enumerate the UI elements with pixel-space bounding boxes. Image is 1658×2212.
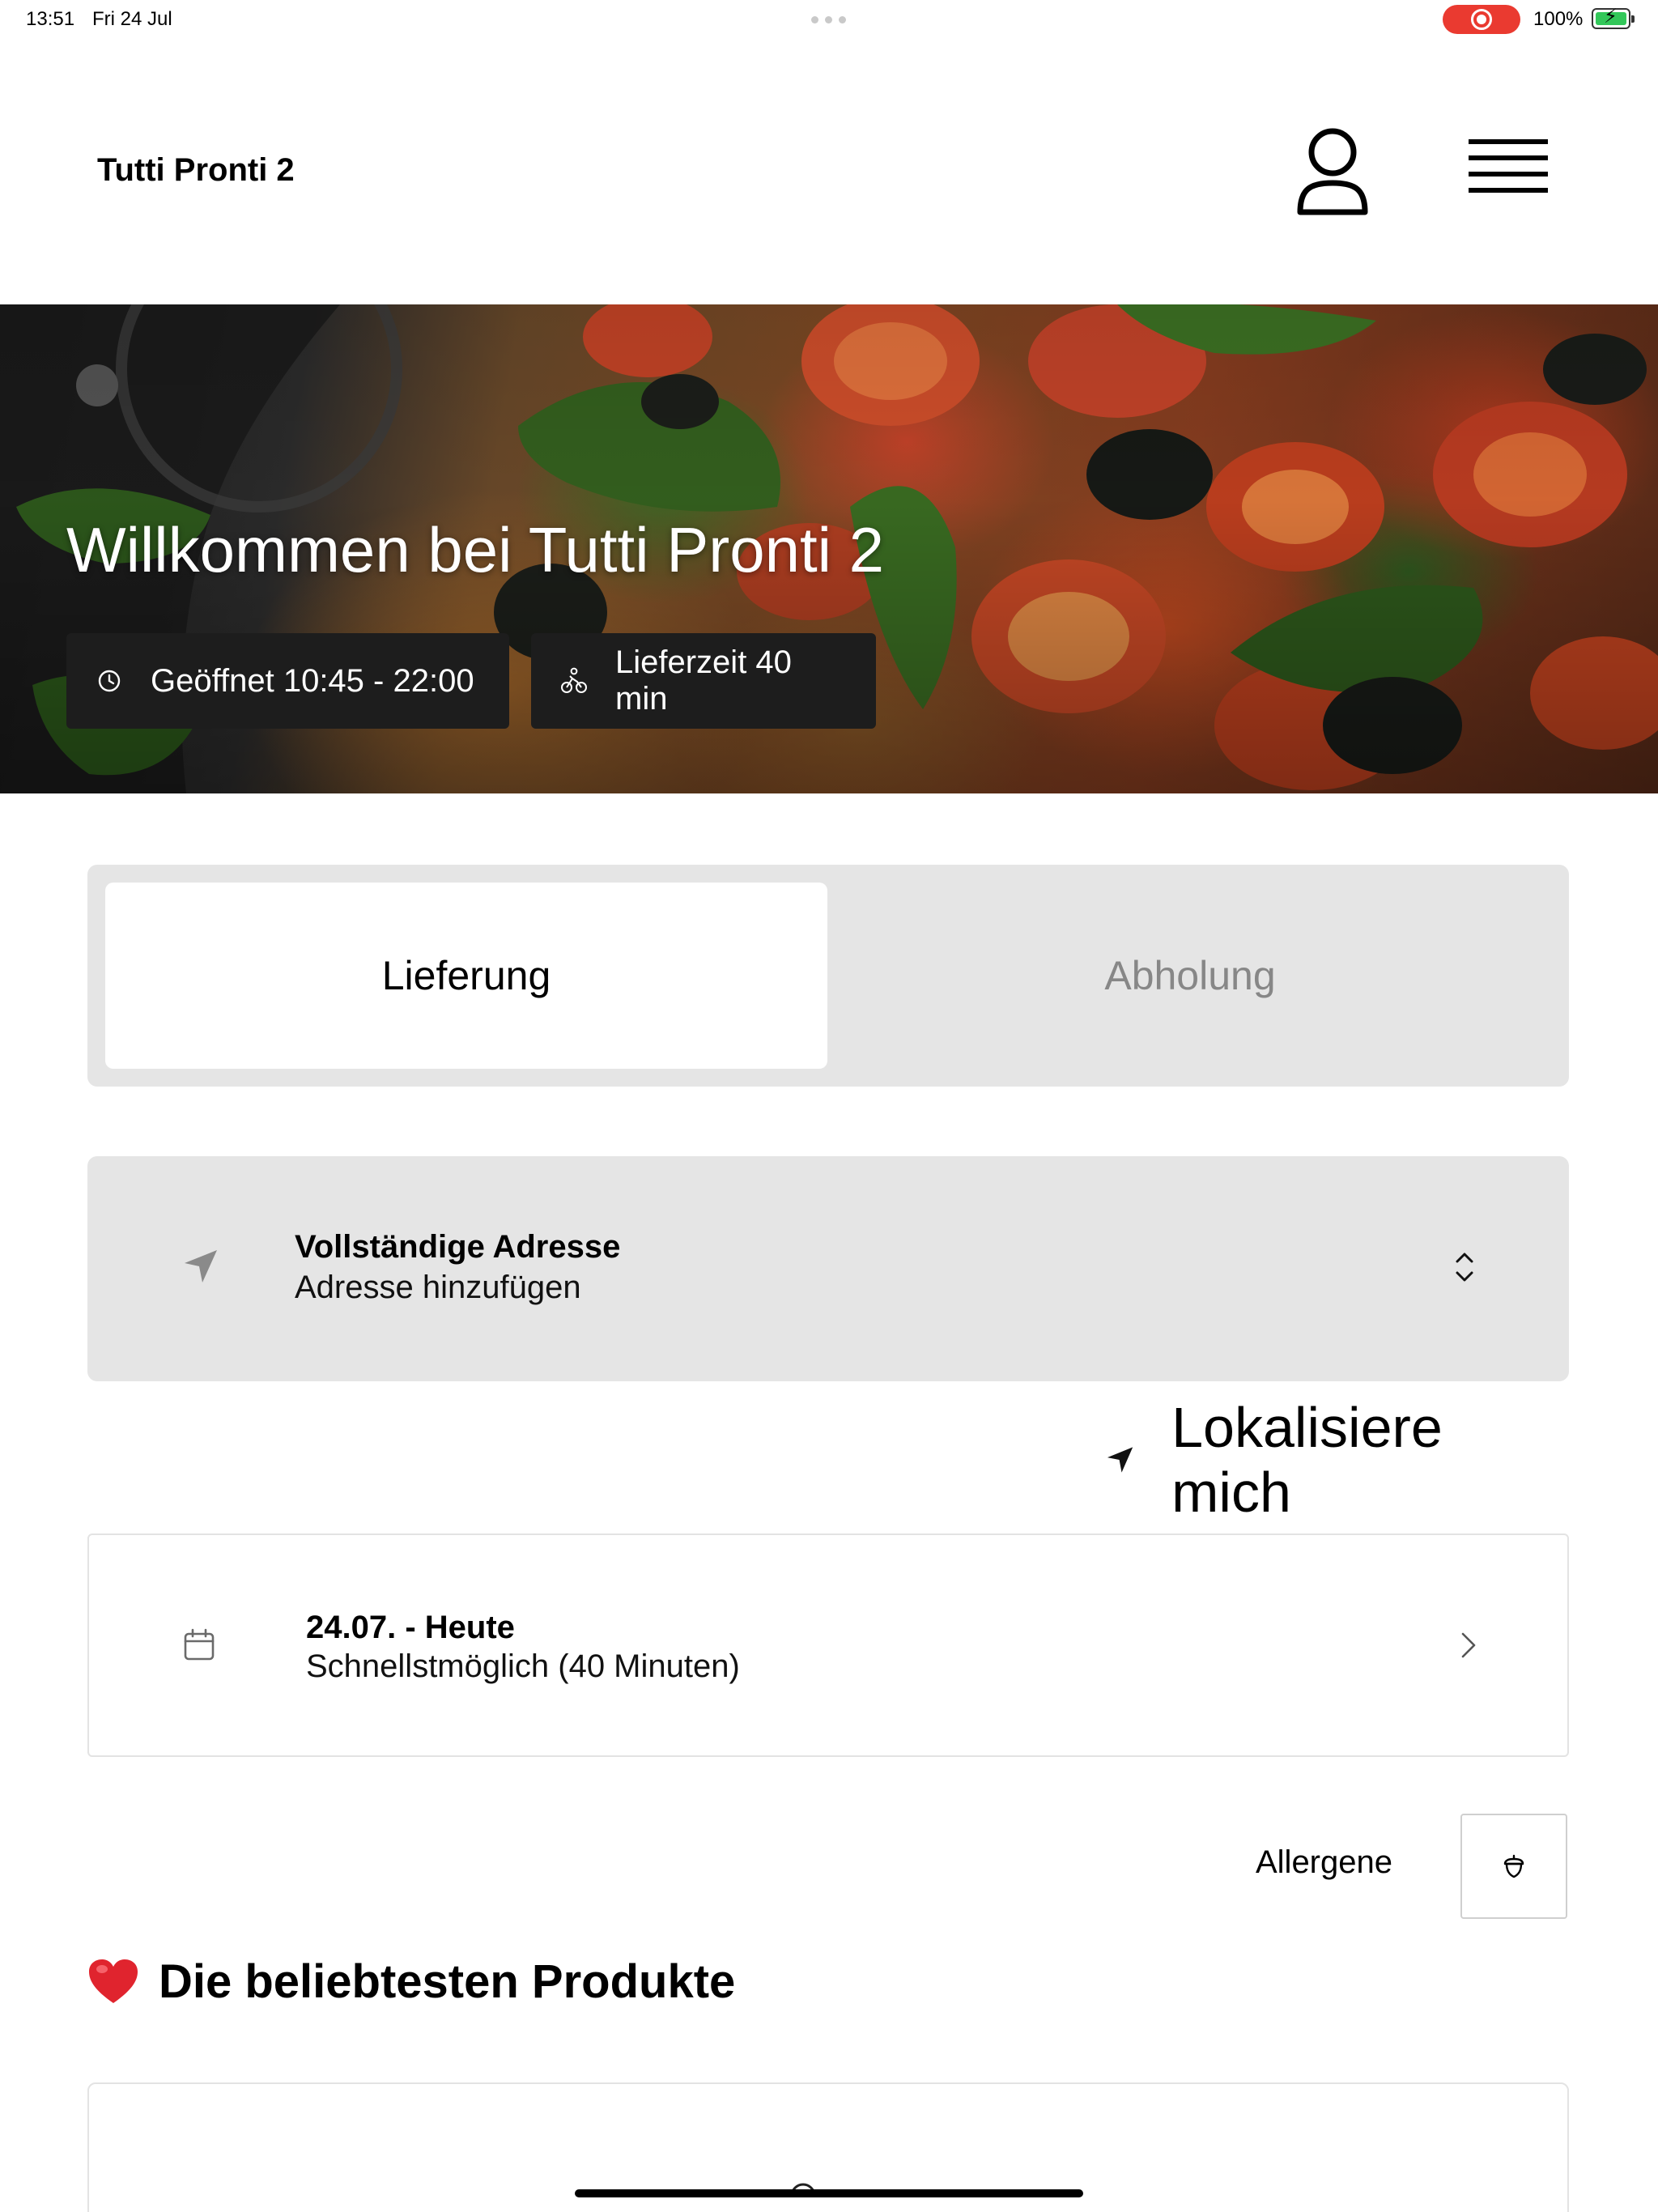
schedule-timing: Schnellstmöglich (40 Minuten) <box>306 1648 740 1684</box>
delivery-time-selector[interactable]: 24.07. - Heute Schnellstmöglich (40 Minu… <box>87 1534 1569 1757</box>
profile-button[interactable] <box>1292 125 1373 222</box>
order-mode-toggle: Lieferung Abholung <box>87 865 1569 1087</box>
locate-me-label: Lokalisiere mich <box>1171 1396 1443 1524</box>
opening-hours-badge: Geöffnet 10:45 - 22:00 <box>66 633 509 729</box>
multitasking-dots-icon[interactable] <box>811 16 846 23</box>
brand-name[interactable]: Tutti Pronti 2 <box>97 152 295 189</box>
heart-emoji-icon <box>89 1959 138 2003</box>
screen-recording-icon[interactable] <box>1443 5 1520 34</box>
location-arrow-icon <box>185 1250 217 1283</box>
user-icon <box>1297 128 1368 215</box>
welcome-title: Willkommen bei Tutti Pronti 2 <box>66 514 885 585</box>
popular-products-heading: Die beliebtesten Produkte <box>87 1955 735 2009</box>
acorn-icon <box>1503 1854 1524 1878</box>
clock-icon <box>96 667 123 695</box>
locate-me-button[interactable]: Lokalisiere mich <box>1104 1396 1569 1524</box>
address-selector[interactable]: Vollständige Adresse Adresse hinzufügen <box>87 1156 1569 1381</box>
bicycle-courier-icon <box>560 667 588 695</box>
address-title: Vollständige Adresse <box>295 1229 621 1265</box>
battery-percentage: 100% <box>1533 8 1584 30</box>
delivery-time-badge: Lieferzeit 40 min <box>531 633 876 729</box>
status-date: Fri 24 Jul <box>92 8 172 30</box>
charging-bolt-icon: ⚡ <box>1604 6 1618 28</box>
chevron-up-down-icon <box>1456 1253 1473 1282</box>
schedule-date: 24.07. - Heute <box>306 1610 515 1645</box>
location-arrow-icon <box>1107 1447 1133 1473</box>
opening-hours-label: Geöffnet 10:45 - 22:00 <box>151 662 474 699</box>
allergens-label: Allergene <box>1255 1844 1392 1880</box>
home-indicator[interactable] <box>575 2189 1083 2197</box>
tab-delivery[interactable]: Lieferung <box>105 883 827 1069</box>
tab-pickup[interactable]: Abholung <box>829 883 1551 1069</box>
battery-icon: ⚡ <box>1592 6 1635 29</box>
popular-products-title: Die beliebtesten Produkte <box>159 1955 736 2008</box>
delivery-time-label: Lieferzeit 40 min <box>615 644 792 717</box>
chevron-right-icon <box>1461 1632 1476 1658</box>
address-subtitle: Adresse hinzufügen <box>295 1270 581 1305</box>
hamburger-menu-icon <box>1469 139 1548 144</box>
menu-button[interactable] <box>1462 134 1548 207</box>
app-screen: 13:51 Fri 24 Jul 100% ⚡ Tutti Pronti 2 W… <box>0 0 1658 2212</box>
hero-banner: Willkommen bei Tutti Pronti 2 Geöffnet 1… <box>0 304 1658 793</box>
allergens-button[interactable] <box>1460 1814 1567 1919</box>
status-time: 13:51 <box>26 8 75 30</box>
status-bar: 13:51 Fri 24 Jul 100% ⚡ <box>0 0 1658 39</box>
calendar-icon <box>184 1628 215 1661</box>
